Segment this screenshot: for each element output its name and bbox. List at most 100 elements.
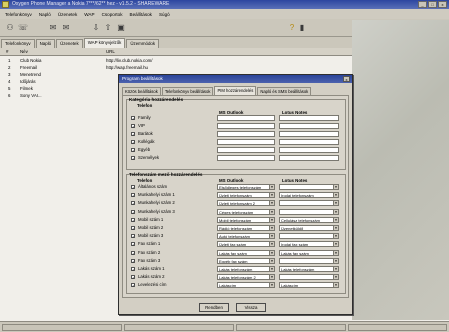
outlook-category-input[interactable]	[217, 147, 275, 153]
field-checkbox[interactable]: ✓	[131, 193, 135, 198]
outlook-field-select[interactable]: Üzleti telefonszám ▼	[217, 192, 275, 199]
field-checkbox[interactable]: ✓	[131, 242, 135, 247]
menu-groups[interactable]: Csoportok	[102, 12, 123, 17]
upload-icon[interactable]: ⇧	[102, 22, 114, 33]
notes-field-select[interactable]: Irodai telefonszám ▼	[279, 192, 339, 199]
notes-field-select[interactable]: Lakáscím ▼	[279, 282, 339, 289]
notes-field-select[interactable]: Irodai fax szám ▼	[279, 241, 339, 248]
outlook-field-select[interactable]: Rádió telefonszám ▼	[217, 225, 275, 231]
category-checkbox[interactable]: ✓	[131, 124, 135, 129]
notes-field-select[interactable]: Cellulász telefonszám ▼	[279, 216, 339, 223]
notes-field-select[interactable]: Üzenetküldő ▼	[279, 225, 339, 231]
tab-common-settings[interactable]: Közös beállítások	[122, 87, 161, 95]
chevron-down-icon: ▼	[333, 242, 338, 247]
cancel-button[interactable]: Vissza	[236, 303, 266, 312]
info-icon[interactable]: ▮	[296, 22, 308, 33]
menu-help[interactable]: Súgó	[159, 12, 170, 17]
notes-field-select[interactable]: ▼	[279, 184, 339, 190]
sms-receive-icon[interactable]: ✉	[60, 22, 72, 33]
field-checkbox[interactable]: ✓	[131, 283, 135, 288]
tab-wap-bookmarks[interactable]: WAP könyvjelzők	[83, 38, 126, 48]
category-checkbox[interactable]: ✓	[131, 140, 135, 145]
tab-phonebook[interactable]: Telefonkönyv	[1, 39, 35, 48]
outlook-category-input[interactable]	[217, 123, 275, 129]
notes-category-input[interactable]	[279, 155, 339, 161]
field-checkbox[interactable]: ✓	[131, 267, 135, 272]
outlook-field-select[interactable]: Üzleti fax szám ▼	[217, 241, 275, 248]
outlook-field-select[interactable]: Lakáscím ▼	[217, 282, 275, 289]
category-checkbox[interactable]: ✓	[131, 116, 135, 121]
col-name[interactable]: Név	[20, 48, 28, 55]
category-checkbox[interactable]: ✓	[131, 156, 135, 161]
sms-send-icon[interactable]: ✉	[47, 22, 59, 33]
field-checkbox[interactable]: ✓	[131, 258, 135, 263]
tab-log[interactable]: Napló	[35, 39, 56, 48]
outlook-field-select[interactable]: Egyéb fax szám ▼	[217, 257, 275, 264]
field-label: Lakás szám 1	[138, 266, 165, 271]
category-checkbox[interactable]: ✓	[131, 148, 135, 153]
tab-profiles[interactable]: Üzemmódok	[126, 39, 160, 48]
field-checkbox[interactable]: ✓	[131, 226, 135, 231]
field-checkbox[interactable]: ✓	[131, 275, 135, 280]
outlook-category-input[interactable]	[217, 155, 275, 161]
col-url[interactable]: URL	[106, 48, 115, 55]
status-segment	[124, 324, 234, 331]
menu-wap[interactable]: WAP	[84, 12, 94, 17]
pim-mapping-panel: Kategória hozzárendelés Telefon MS Outlo…	[122, 95, 349, 298]
notes-category-input[interactable]	[279, 123, 339, 129]
category-checkbox[interactable]: ✓	[131, 132, 135, 137]
minimize-button[interactable]: _	[418, 1, 427, 8]
phone-icon[interactable]: ☏	[17, 22, 29, 33]
maximize-button[interactable]: □	[428, 1, 437, 8]
outlook-field-select[interactable]: Autó telefonszám ▼	[217, 233, 275, 240]
tab-log-sms-settings[interactable]: Napló és SMS beállítások	[257, 87, 312, 95]
menu-phonebook[interactable]: Telefonkönyv	[5, 12, 32, 17]
notes-category-input[interactable]	[279, 115, 339, 121]
outlook-field-select[interactable]: Üzleti telefonszám 2 ▼	[217, 200, 275, 207]
tab-pim-mapping[interactable]: PIM hozzárendelés	[214, 86, 257, 95]
notes-field-select[interactable]: ▼	[279, 233, 339, 240]
field-checkbox[interactable]: ✓	[131, 201, 135, 206]
chevron-down-icon: ▼	[269, 217, 274, 222]
chevron-down-icon: ▼	[269, 283, 274, 288]
notes-category-input[interactable]	[279, 131, 339, 137]
outlook-field-select[interactable]: Lakás fax szám ▼	[217, 249, 275, 256]
status-bar	[0, 321, 449, 332]
col-number[interactable]: #	[6, 48, 8, 55]
contacts-icon[interactable]: ⚇	[4, 22, 16, 33]
col-phone: Telefon	[137, 178, 153, 183]
notes-field-select[interactable]: Lakás fax szám ▼	[279, 249, 339, 256]
notes-field-select[interactable]: ▼	[279, 257, 339, 264]
field-checkbox[interactable]: ✓	[131, 217, 135, 222]
chevron-down-icon: ▼	[269, 267, 274, 271]
outlook-field-select[interactable]: Céges telefonszám ▼	[217, 208, 275, 215]
field-checkbox[interactable]: ✓	[131, 234, 135, 239]
menu-messages[interactable]: Üzenetek	[58, 12, 77, 17]
outlook-field-select[interactable]: Mobil telefonszám ▼	[217, 216, 275, 223]
notes-field-select[interactable]: ▼	[279, 208, 339, 215]
dialog-close-button[interactable]: x	[343, 76, 350, 82]
notes-category-input[interactable]	[279, 147, 339, 153]
menu-settings[interactable]: Beállítások	[130, 12, 152, 17]
outlook-category-input[interactable]	[217, 131, 275, 137]
field-checkbox[interactable]: ✓	[131, 250, 135, 255]
download-icon[interactable]: ⇩	[90, 22, 102, 33]
notes-field-select[interactable]: ▼	[279, 274, 339, 281]
outlook-field-select[interactable]: Elsődleges telefonszám ▼	[217, 184, 275, 190]
tab-phonebook-settings[interactable]: Telefonkönyv beállítások	[161, 87, 214, 95]
tab-messages[interactable]: Üzenetek	[56, 39, 83, 48]
menu-log[interactable]: Napló	[39, 12, 51, 17]
close-button[interactable]: x	[438, 1, 447, 8]
field-checkbox[interactable]: ✓	[131, 209, 135, 214]
dialog-titlebar: Program beállítások x	[119, 75, 352, 83]
outlook-field-select[interactable]: Lakás telefonszám ▼	[217, 266, 275, 272]
notes-field-select[interactable]: Lakás telefonszám ▼	[279, 266, 339, 272]
ok-button[interactable]: Rendben	[199, 303, 229, 312]
notes-category-input[interactable]	[279, 139, 339, 145]
field-checkbox[interactable]: ✓	[131, 185, 135, 190]
save-icon[interactable]: ▣	[115, 22, 127, 33]
outlook-category-input[interactable]	[217, 115, 275, 121]
outlook-field-select[interactable]: Lakás telefonszám 2 ▼	[217, 274, 275, 281]
notes-field-select[interactable]: ▼	[279, 200, 339, 207]
outlook-category-input[interactable]	[217, 139, 275, 145]
